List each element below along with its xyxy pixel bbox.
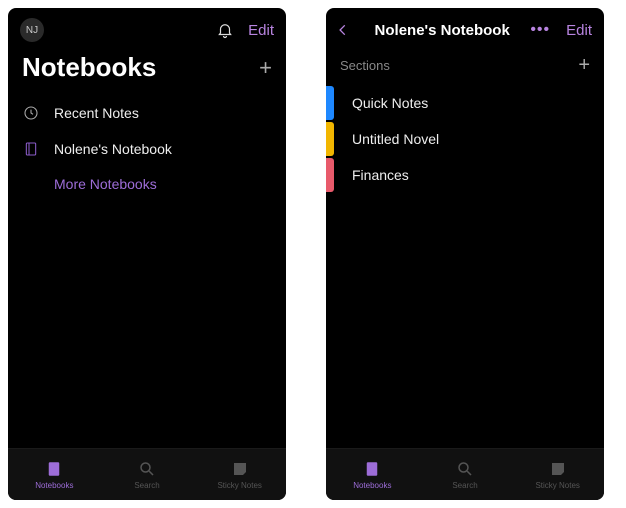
tab-label: Search	[452, 481, 477, 490]
add-section-button[interactable]: +	[578, 54, 590, 77]
title-row: Notebooks +	[8, 48, 286, 93]
add-notebook-button[interactable]: +	[259, 55, 272, 81]
notebook-list: Recent Notes Nolene's Notebook More Note…	[8, 93, 286, 448]
section-color-tab	[326, 86, 334, 120]
sticky-note-icon	[549, 459, 567, 479]
bell-icon[interactable]	[216, 21, 234, 39]
back-button[interactable]	[336, 20, 354, 40]
tab-search[interactable]: Search	[101, 449, 194, 500]
tab-sticky-notes[interactable]: Sticky Notes	[193, 449, 286, 500]
tab-notebooks[interactable]: Notebooks	[326, 449, 419, 500]
notebooks-screen: NJ Edit Notebooks + Recent Notes Nolene'…	[8, 8, 286, 500]
page-title: Notebooks	[22, 52, 156, 83]
section-item[interactable]: Untitled Novel	[326, 121, 604, 157]
clock-icon	[22, 104, 40, 122]
notebook-icon	[22, 140, 40, 158]
section-name: Finances	[352, 167, 409, 183]
section-item[interactable]: Quick Notes	[326, 85, 604, 121]
tab-label: Sticky Notes	[535, 481, 579, 490]
tab-notebooks[interactable]: Notebooks	[8, 449, 101, 500]
section-name: Quick Notes	[352, 95, 428, 111]
edit-button[interactable]: Edit	[566, 22, 592, 39]
tab-search[interactable]: Search	[419, 449, 512, 500]
header-actions: Edit	[216, 21, 274, 39]
row-label: Nolene's Notebook	[54, 141, 172, 157]
tab-label: Notebooks	[35, 481, 73, 490]
tab-bar: Notebooks Search Sticky Notes	[326, 448, 604, 500]
sections-screen: Nolene's Notebook ••• Edit Sections + Qu…	[326, 8, 604, 500]
tab-label: Notebooks	[353, 481, 391, 490]
search-icon	[138, 459, 156, 479]
tab-label: Sticky Notes	[217, 481, 261, 490]
notebook-icon	[45, 459, 63, 479]
section-name: Untitled Novel	[352, 131, 439, 147]
tab-label: Search	[134, 481, 159, 490]
more-notebooks-row[interactable]: More Notebooks	[8, 167, 286, 201]
tab-bar: Notebooks Search Sticky Notes	[8, 448, 286, 500]
notebook-icon	[363, 459, 381, 479]
header: Nolene's Notebook ••• Edit	[326, 8, 604, 48]
recent-notes-row[interactable]: Recent Notes	[8, 95, 286, 131]
page-title: Nolene's Notebook	[362, 22, 522, 39]
section-color-tab	[326, 158, 334, 192]
row-label: More Notebooks	[54, 176, 157, 192]
row-label: Recent Notes	[54, 105, 139, 121]
section-list: Quick Notes Untitled Novel Finances	[326, 85, 604, 448]
avatar[interactable]: NJ	[20, 18, 44, 42]
notebook-row[interactable]: Nolene's Notebook	[8, 131, 286, 167]
section-item[interactable]: Finances	[326, 157, 604, 193]
sticky-note-icon	[231, 459, 249, 479]
more-button[interactable]: •••	[530, 21, 550, 39]
sections-label: Sections	[340, 58, 390, 73]
section-color-tab	[326, 122, 334, 156]
tab-sticky-notes[interactable]: Sticky Notes	[511, 449, 604, 500]
edit-button[interactable]: Edit	[248, 22, 274, 39]
sections-header: Sections +	[326, 48, 604, 85]
header: NJ Edit	[8, 8, 286, 48]
search-icon	[456, 459, 474, 479]
